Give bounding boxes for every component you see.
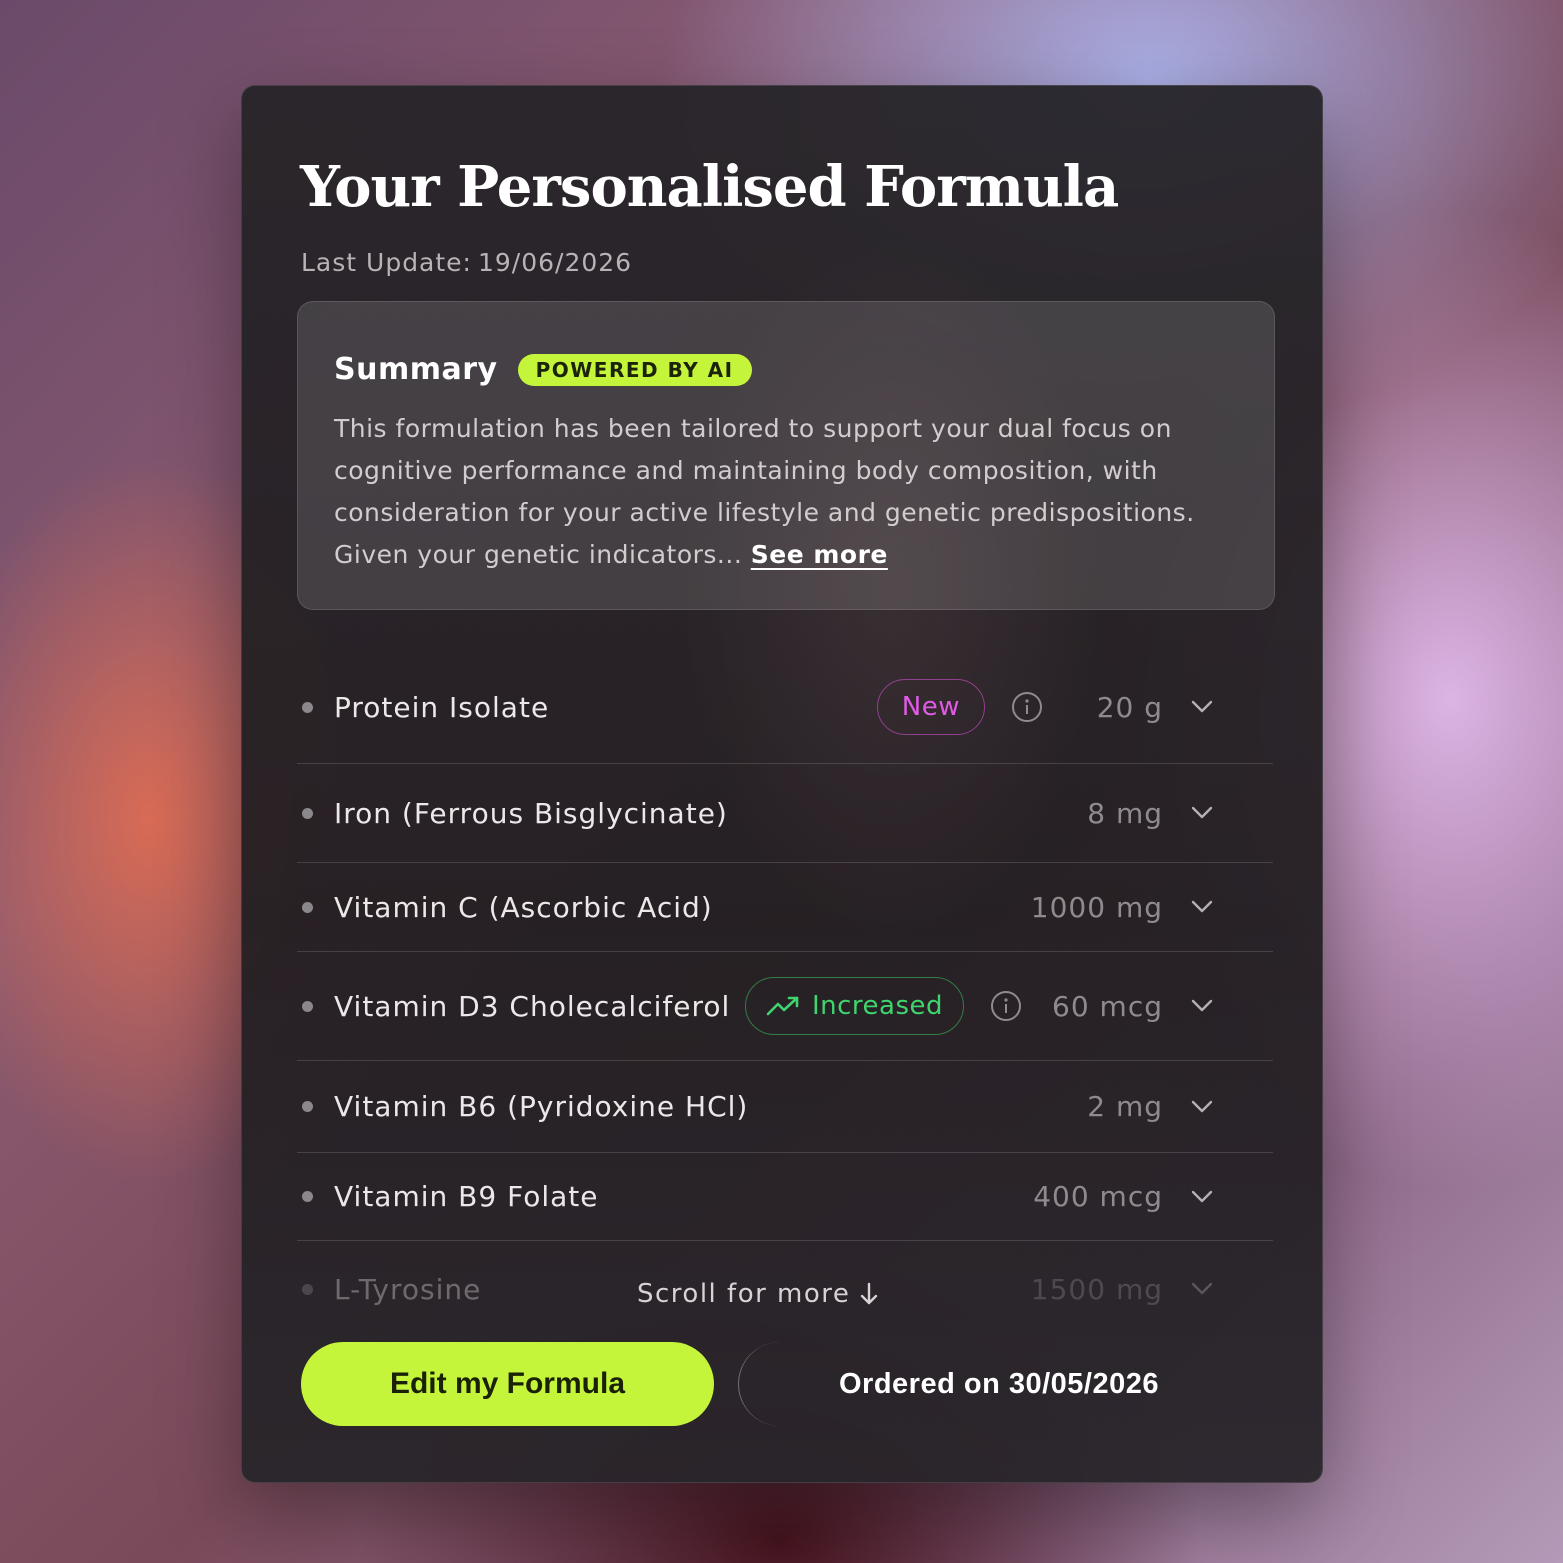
ingredient-amount: 1000 mg (1030, 890, 1163, 924)
formula-card: Your Personalised Formula Last Update: 19… (241, 85, 1323, 1483)
chevron-down-icon[interactable] (1191, 900, 1213, 914)
scroll-hint-label: Scroll for more (637, 1279, 851, 1309)
info-icon[interactable] (1011, 691, 1043, 723)
arrow-down-icon (861, 1282, 878, 1305)
ingredient-amount: 60 mcg (1052, 989, 1163, 1023)
bullet-dot (302, 1191, 313, 1202)
ingredient-name: Vitamin D3 Cholecalciferol (334, 989, 731, 1023)
info-icon[interactable] (990, 990, 1022, 1022)
ingredient-name: L-Tyrosine (334, 1272, 482, 1306)
summary-header: Summary POWERED BY AI (334, 352, 752, 387)
ordered-date: Ordered on 30/05/2026 (839, 1367, 1159, 1400)
page-title: Your Personalised Formula (300, 154, 1119, 220)
ingredient-row[interactable]: Iron (Ferrous Bisglycinate) 8 mg (297, 764, 1273, 863)
last-update-date: 19/06/2026 (477, 248, 633, 277)
ingredient-row[interactable]: Protein Isolate New 20 g (297, 651, 1273, 764)
chevron-down-icon[interactable] (1191, 700, 1213, 714)
increased-label: Increased (811, 991, 944, 1021)
ingredient-row[interactable]: Vitamin C (Ascorbic Acid) 1000 mg (297, 863, 1273, 952)
new-badge: New (876, 679, 985, 735)
bullet-dot (302, 1000, 313, 1012)
ai-badge: POWERED BY AI (517, 353, 752, 386)
trending-up-icon (766, 996, 799, 1016)
bullet-dot (302, 807, 313, 819)
increased-badge: Increased (744, 977, 965, 1035)
bullet-dot (302, 1283, 313, 1295)
edit-formula-button[interactable]: Edit my Formula (301, 1342, 714, 1426)
chevron-down-icon[interactable] (1191, 806, 1213, 820)
see-more-link[interactable]: See more (751, 540, 888, 569)
ingredient-amount: 8 mg (1087, 796, 1163, 830)
ingredient-row[interactable]: Vitamin B9 Folate 400 mcg (297, 1153, 1273, 1241)
chevron-down-icon[interactable] (1191, 1282, 1213, 1296)
summary-panel: Summary POWERED BY AI This formulation h… (297, 301, 1275, 610)
chevron-down-icon[interactable] (1191, 1190, 1213, 1204)
chevron-down-icon[interactable] (1191, 1100, 1213, 1114)
ingredient-name: Vitamin B6 (Pyridoxine HCl) (334, 1090, 749, 1123)
chevron-down-icon[interactable] (1191, 999, 1213, 1013)
ingredient-name: Vitamin C (Ascorbic Acid) (334, 890, 713, 924)
last-update: Last Update: 19/06/2026 (301, 248, 638, 277)
ingredient-amount: 2 mg (1087, 1090, 1163, 1123)
ingredient-row[interactable]: Vitamin D3 Cholecalciferol Increased 60 … (297, 952, 1273, 1061)
ingredient-name: Iron (Ferrous Bisglycinate) (334, 796, 728, 830)
ingredient-amount: 20 g (1096, 690, 1163, 724)
summary-text: This formulation has been tailored to su… (334, 408, 1234, 576)
bullet-dot (302, 901, 313, 913)
ingredient-name: Vitamin B9 Folate (334, 1180, 599, 1213)
last-update-label: Last Update: (301, 248, 472, 277)
bullet-dot (302, 1101, 313, 1112)
summary-title: Summary (334, 352, 498, 387)
order-status: Ordered on 30/05/2026 (738, 1342, 1259, 1426)
ingredient-amount: 400 mcg (1033, 1180, 1163, 1213)
bullet-dot (302, 701, 313, 713)
ingredient-amount: 1500 mg (1030, 1272, 1163, 1306)
ingredient-name: Protein Isolate (334, 690, 550, 724)
ingredient-row[interactable]: Vitamin B6 (Pyridoxine HCl) 2 mg (297, 1061, 1273, 1153)
scroll-hint[interactable]: Scroll for more (637, 1279, 878, 1309)
ingredient-list[interactable]: Protein Isolate New 20 g Iron (Ferrous B… (297, 651, 1273, 1311)
